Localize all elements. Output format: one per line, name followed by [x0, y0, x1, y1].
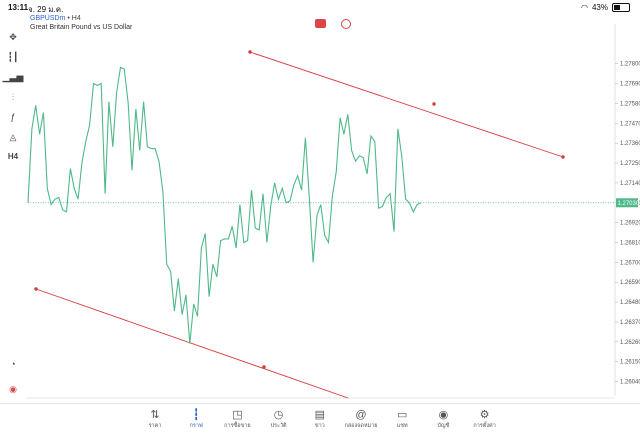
nav-item-trade[interactable]: ◳ การซื้อขาย — [217, 408, 257, 430]
battery-percent: 43% — [591, 3, 608, 12]
nav-item-quotes[interactable]: ⇅ ราคา — [135, 408, 175, 430]
y-tick-label: 1.26810 — [620, 241, 640, 247]
status-bar: 13:11 จ. 29 ม.ค. ◠ 43% — [0, 0, 640, 14]
trendline-anchor[interactable] — [34, 287, 38, 291]
nav-item-history[interactable]: ◷ ประวัติ — [259, 408, 299, 430]
chat-icon: ▭ — [396, 409, 408, 421]
battery-icon — [612, 3, 630, 12]
y-tick-label: 1.27690 — [620, 82, 640, 88]
y-tick-label: 1.26150 — [620, 360, 640, 366]
nav-item-mailbox[interactable]: @ กล่องจดหมาย — [341, 408, 381, 430]
y-tick-label: 1.27360 — [620, 141, 640, 147]
trendline-anchor[interactable] — [248, 50, 252, 54]
wifi-icon: ◠ — [581, 3, 588, 12]
nav-item-settings[interactable]: ⚙ การตั้งค่า — [465, 408, 505, 430]
trendline-anchor[interactable] — [561, 155, 565, 159]
price-series-line — [27, 66, 422, 344]
nav-item-label: การซื้อขาย — [224, 423, 251, 429]
y-tick-label: 1.26920 — [620, 221, 640, 227]
y-tick-label: 1.26480 — [620, 300, 640, 306]
battery-level — [614, 5, 621, 10]
trade-icon: ◳ — [232, 409, 243, 421]
current-price-text: 1.27030 — [618, 201, 640, 207]
chart-icon: ┇ — [192, 409, 200, 421]
status-right: ◠ 43% — [581, 3, 630, 12]
trendline[interactable] — [249, 51, 564, 158]
x-axis: 8 Jan 16:0010 Jan 16:0012 Jan 16:0016 Ja… — [26, 397, 615, 399]
trendline[interactable] — [35, 288, 349, 399]
nav-item-account[interactable]: ◉ บัญชี — [423, 408, 463, 430]
nav-item-chart[interactable]: ┇ กราฟ — [176, 408, 216, 430]
y-tick-label: 1.27580 — [620, 101, 640, 107]
account-icon: ◉ — [438, 409, 449, 421]
y-tick-label: 1.26370 — [620, 320, 640, 326]
history-icon: ◷ — [273, 409, 284, 421]
y-tick-label: 1.27250 — [620, 161, 640, 167]
nav-item-chat[interactable]: ▭ แชท — [382, 408, 422, 430]
trendlines[interactable] — [34, 50, 565, 399]
trendline-anchor[interactable] — [432, 102, 436, 106]
y-tick-label: 1.27800 — [620, 62, 640, 68]
nav-item-label: ข่าว — [314, 423, 325, 429]
nav-item-label: ราคา — [148, 423, 162, 429]
y-tick-label: 1.26040 — [620, 380, 640, 386]
nav-item-label: แชท — [396, 423, 408, 429]
price-chart[interactable]: 1.27800 1.27690 1.27580 1.27470 1.27360 1.272… — [0, 14, 640, 400]
news-icon: ▤ — [314, 409, 325, 421]
nav-item-label: กราฟ — [189, 423, 203, 429]
nav-item-label: การตั้งค่า — [473, 423, 496, 429]
quotes-icon: ⇅ — [150, 409, 160, 421]
nav-item-news[interactable]: ▤ ข่าว — [300, 408, 340, 430]
settings-icon: ⚙ — [479, 409, 490, 421]
nav-item-label: ประวัติ — [270, 423, 287, 429]
y-tick-label: 1.26700 — [620, 260, 640, 266]
mailbox-icon: @ — [355, 409, 367, 421]
y-tick-label: 1.27470 — [620, 121, 640, 127]
nav-item-label: บัญชี — [437, 423, 450, 429]
trendline-anchor[interactable] — [262, 365, 266, 369]
status-time: 13:11 — [8, 3, 29, 12]
y-tick-label: 1.27140 — [620, 181, 640, 187]
y-tick-label: 1.26260 — [620, 340, 640, 346]
y-tick-label: 1.26590 — [620, 280, 640, 286]
y-axis: 1.27800 1.27690 1.27580 1.27470 1.27360 1.272… — [614, 24, 640, 396]
bottom-nav: ⇅ ราคา ┇ กราฟ ◳ การซื้อขาย ◷ ประวัติ ▤ ข่าว @ กล่อง… — [0, 403, 640, 448]
nav-item-label: กล่องจดหมาย — [344, 423, 378, 429]
